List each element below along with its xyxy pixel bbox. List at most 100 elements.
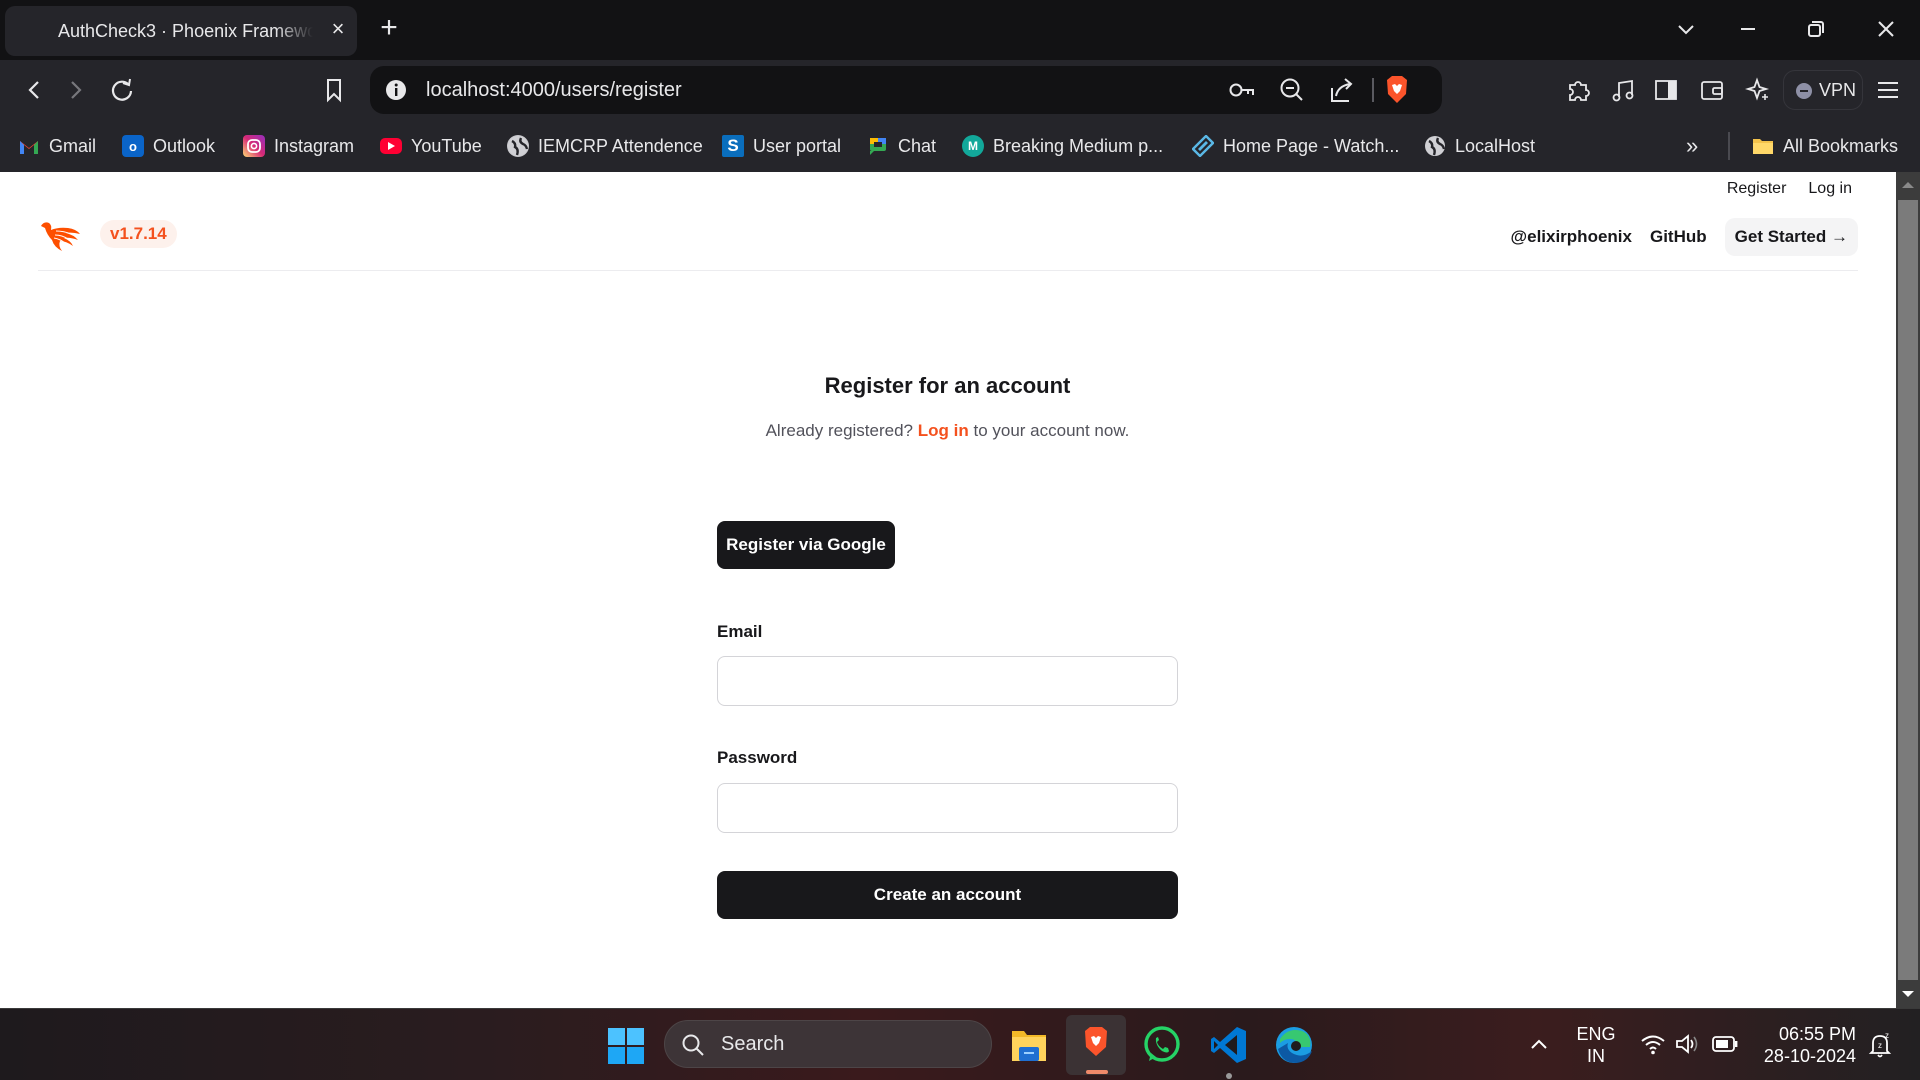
register-via-google-button[interactable]: Register via Google [717, 521, 895, 569]
vpn-label: VPN [1819, 80, 1857, 100]
brave-browser-icon [1085, 1027, 1107, 1056]
running-app-indicator [1226, 1073, 1232, 1079]
site-info-icon[interactable] [384, 78, 408, 102]
sidebar-toggle-icon[interactable] [1650, 74, 1682, 106]
close-window-icon[interactable] [1868, 14, 1904, 46]
bookmark-localhost[interactable]: LocalHost [1424, 132, 1535, 160]
share-icon[interactable] [1328, 76, 1356, 104]
globe-icon [507, 135, 529, 157]
restore-icon[interactable] [1798, 14, 1834, 46]
password-key-icon[interactable] [1228, 78, 1256, 102]
clock[interactable]: 06:55 PM 28-10-2024 [1752, 1023, 1856, 1067]
whatsapp-icon[interactable] [1142, 1025, 1182, 1065]
bookmark-label: IEMCRP Attendence [538, 135, 703, 156]
bookmark-breaking-medium[interactable]: M Breaking Medium p... [962, 132, 1163, 160]
taskbar-search[interactable]: Search [664, 1020, 992, 1068]
bookmarks-bar: Gmail o Outlook Instagram YouTube IEMCRP… [0, 120, 1920, 172]
clock-date: 28-10-2024 [1763, 1046, 1856, 1066]
address-bar[interactable]: localhost:4000/users/register [370, 66, 1442, 114]
globe-icon [1424, 135, 1446, 157]
version-badge: v1.7.14 [100, 220, 177, 248]
bookmark-iemcrp-attendence[interactable]: IEMCRP Attendence [507, 132, 703, 160]
main-nav: @elixirphoenix GitHub Get Started → [1511, 218, 1858, 256]
new-tab-button[interactable]: + [374, 13, 404, 44]
vscode-icon[interactable] [1210, 1025, 1248, 1079]
url-text[interactable]: localhost:4000/users/register [426, 79, 682, 102]
all-bookmarks-button[interactable]: All Bookmarks [1752, 132, 1898, 160]
tab-close-icon[interactable]: × [325, 16, 351, 42]
reload-icon[interactable] [106, 74, 138, 106]
wallet-icon[interactable] [1696, 74, 1728, 106]
phoenix-logo-icon[interactable] [38, 220, 82, 254]
extensions-icon[interactable] [1562, 74, 1594, 106]
language-code: ENG [1576, 1024, 1616, 1044]
windows-start-icon[interactable] [608, 1028, 644, 1064]
tab-strip: AuthCheck3 · Phoenix Framework × + [0, 0, 1920, 60]
page-scrollbar[interactable] [1896, 172, 1920, 1008]
get-started-link[interactable]: Get Started → [1724, 218, 1858, 256]
show-hidden-icons-chevron-icon[interactable] [1528, 1033, 1550, 1055]
create-account-button[interactable]: Create an account [717, 871, 1178, 919]
url-path: :4000/users/register [504, 79, 682, 101]
bookmark-outlook[interactable]: o Outlook [122, 132, 215, 160]
youtube-icon [380, 138, 402, 154]
bookmark-user-portal[interactable]: S User portal [722, 132, 841, 160]
notifications-snooze-bell-icon[interactable]: zz [1868, 1031, 1894, 1059]
bookmark-chat[interactable]: Chat [867, 132, 936, 160]
svg-text:z: z [1885, 1031, 1889, 1040]
minimize-icon[interactable] [1730, 14, 1766, 46]
media-music-icon[interactable] [1607, 74, 1639, 106]
email-label: Email [717, 622, 763, 641]
wifi-icon[interactable] [1640, 1033, 1666, 1055]
login-link-inline[interactable]: Log in [918, 421, 969, 440]
password-field[interactable] [717, 783, 1178, 833]
forward-icon[interactable] [60, 74, 92, 106]
login-link[interactable]: Log in [1808, 180, 1852, 198]
bookmark-label: User portal [753, 135, 842, 156]
gmail-icon [18, 135, 40, 157]
browser-toolbar: localhost:4000/users/register VPN [0, 60, 1920, 120]
page-title: Register for an account [824, 373, 1071, 398]
leo-ai-icon[interactable] [1742, 74, 1774, 106]
back-icon[interactable] [18, 74, 50, 106]
brave-shields-icon[interactable] [1384, 74, 1410, 106]
vpn-button[interactable]: VPN [1783, 70, 1863, 110]
scroll-down-icon[interactable] [1901, 989, 1915, 999]
taskbar-brave-button[interactable] [1066, 1015, 1126, 1075]
divider [1372, 78, 1374, 102]
bookmark-label: Instagram [274, 135, 355, 156]
language-indicator[interactable]: ENG IN [1576, 1023, 1616, 1067]
zoom-out-icon[interactable] [1278, 76, 1306, 104]
bookmark-label: Breaking Medium p... [993, 135, 1164, 156]
outlook-icon: o [122, 135, 144, 157]
file-explorer-icon[interactable] [1010, 1027, 1048, 1063]
bookmark-icon[interactable] [318, 74, 350, 106]
email-field[interactable] [717, 656, 1178, 706]
github-link[interactable]: GitHub [1650, 227, 1707, 247]
bookmark-home-page-watch[interactable]: Home Page - Watch... [1192, 132, 1399, 160]
medium-icon: M [962, 135, 984, 157]
bookmark-youtube[interactable]: YouTube [380, 132, 482, 160]
tab-title: AuthCheck3 · Phoenix Framework [58, 21, 313, 41]
edge-icon[interactable] [1274, 1025, 1314, 1065]
bookmark-label: LocalHost [1455, 135, 1536, 156]
volume-icon[interactable] [1674, 1033, 1700, 1055]
bookmark-gmail[interactable]: Gmail [18, 132, 96, 160]
svg-text:z: z [1878, 1041, 1882, 1050]
bookmark-label: YouTube [411, 135, 482, 156]
scroll-up-icon[interactable] [1901, 180, 1915, 190]
search-icon [682, 1034, 704, 1056]
bookmarks-overflow-button[interactable]: » [1686, 132, 1698, 160]
battery-icon[interactable] [1712, 1035, 1738, 1053]
browser-tab-active[interactable]: AuthCheck3 · Phoenix Framework × [5, 6, 357, 56]
register-link[interactable]: Register [1727, 180, 1787, 198]
tab-search-chevron-icon[interactable] [1668, 14, 1704, 46]
scrollbar-thumb[interactable] [1898, 200, 1918, 980]
twitter-link[interactable]: @elixirphoenix [1511, 227, 1632, 247]
subtitle-suffix: to your account now. [973, 421, 1130, 440]
bookmark-instagram[interactable]: Instagram [243, 132, 354, 160]
instagram-icon [243, 135, 265, 157]
subtitle-prefix: Already registered? [765, 421, 914, 440]
menu-hamburger-icon[interactable] [1872, 74, 1904, 106]
url-host: localhost [426, 79, 505, 101]
